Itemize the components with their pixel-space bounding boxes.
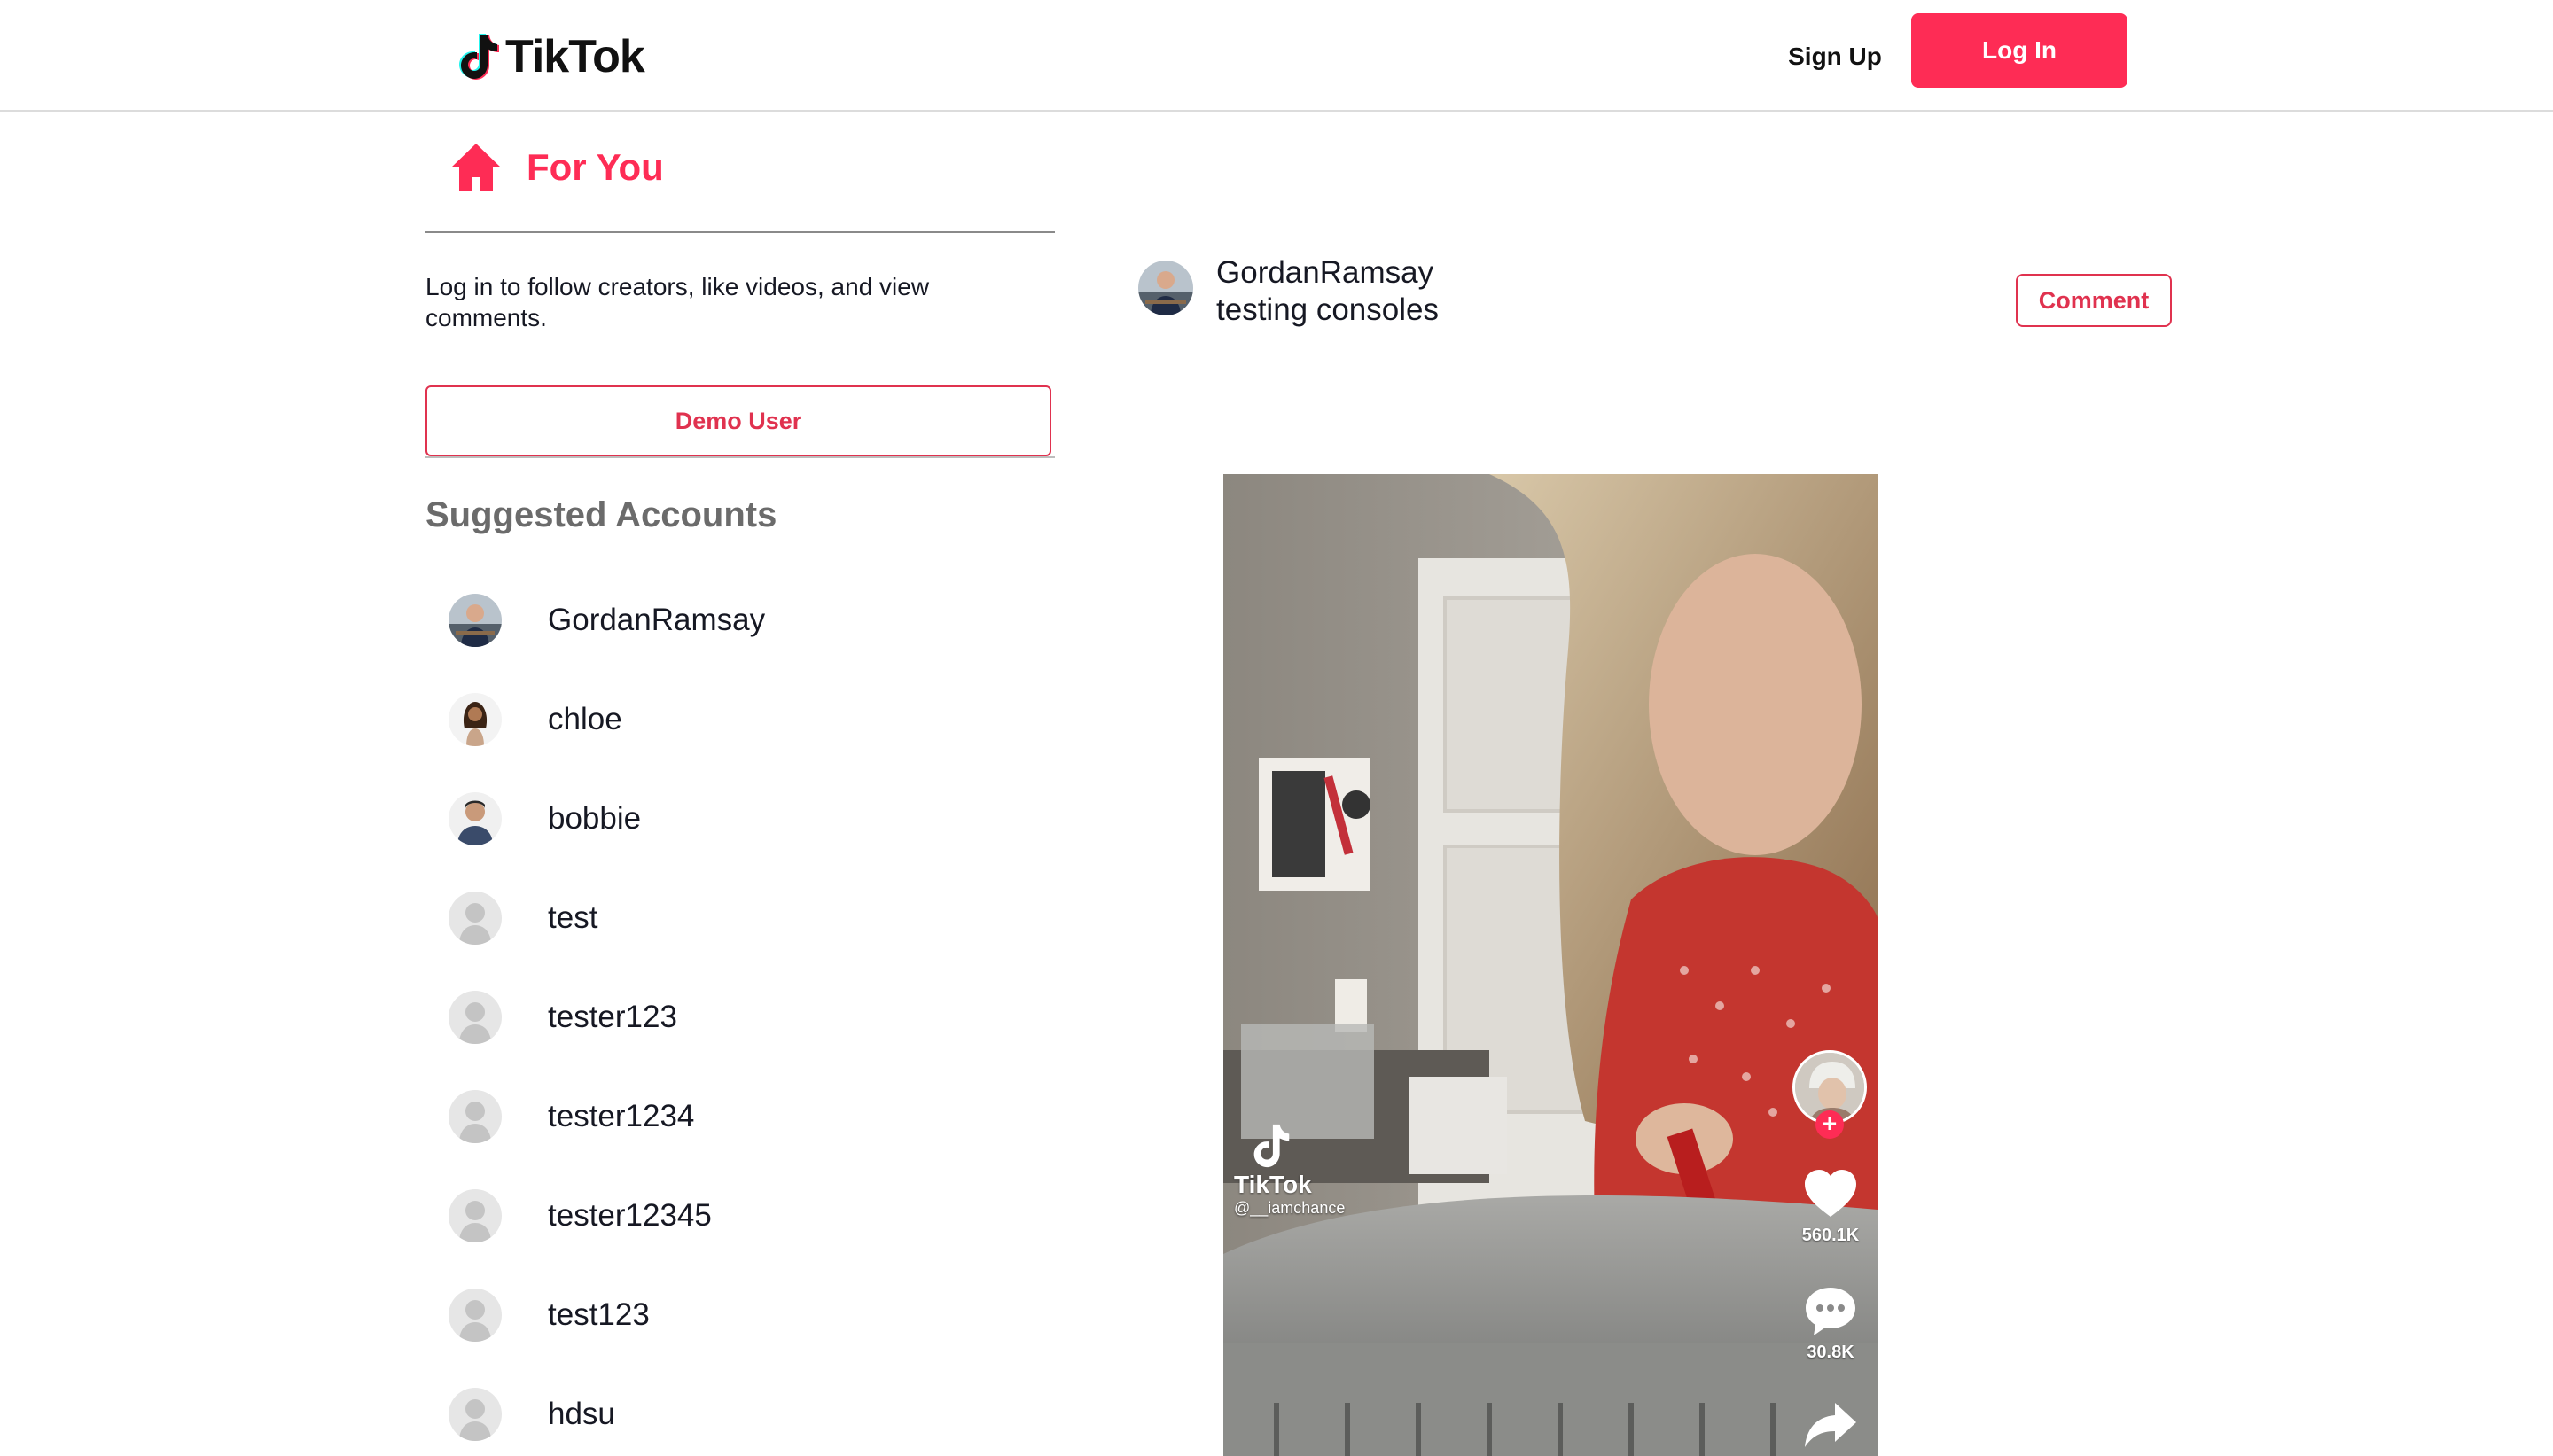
default-avatar-icon xyxy=(449,1388,502,1441)
comment-count: 30.8K xyxy=(1807,1343,1854,1362)
avatar xyxy=(449,792,502,845)
account-name: bobbie xyxy=(548,801,642,836)
default-avatar-icon xyxy=(449,991,502,1044)
suggested-account-item[interactable]: tester123 xyxy=(449,989,1051,1046)
suggested-account-item[interactable]: tester1234 xyxy=(449,1088,1051,1145)
video-frame xyxy=(1223,474,1878,1456)
post-author-avatar[interactable] xyxy=(1138,261,1193,315)
tiktok-logo[interactable]: TikTok xyxy=(456,28,645,85)
comment-button[interactable]: Comment xyxy=(2016,274,2172,327)
account-name: tester12345 xyxy=(548,1198,712,1233)
like-count: 560.1K xyxy=(1801,1226,1860,1245)
tiktok-note-icon xyxy=(1253,1124,1290,1168)
suggested-account-item[interactable]: chloe xyxy=(449,691,1051,748)
home-icon xyxy=(451,144,501,191)
suggested-account-item[interactable]: hdsu xyxy=(449,1386,1051,1443)
account-name: test xyxy=(548,900,598,935)
video-feed: GordanRamsay testing consoles Comment Ti… xyxy=(1135,112,2181,1456)
demo-user-button[interactable]: Demo User xyxy=(426,385,1051,456)
default-avatar-icon xyxy=(449,892,502,945)
suggested-account-item[interactable]: tester12345 xyxy=(449,1187,1051,1244)
tiktok-note-icon xyxy=(459,34,499,80)
video-player[interactable]: TikTok @__iamchance + 560.1K 30.8K xyxy=(1223,474,1878,1456)
avatar xyxy=(449,693,502,746)
top-navbar: TikTok Sign Up Log In xyxy=(0,0,2553,112)
nav-for-you[interactable]: For You xyxy=(449,138,664,197)
default-avatar-icon xyxy=(449,1090,502,1143)
account-name: tester1234 xyxy=(548,1099,695,1133)
watermark-handle: @__iamchance xyxy=(1234,1199,1346,1217)
post-caption: testing consoles xyxy=(1216,292,1439,327)
post-author-name[interactable]: GordanRamsay xyxy=(1216,255,1433,291)
suggested-accounts-heading: Suggested Accounts xyxy=(426,495,777,534)
follow-plus-icon[interactable]: + xyxy=(1815,1110,1844,1139)
heart-icon[interactable] xyxy=(1801,1165,1860,1224)
for-you-label: For You xyxy=(527,146,664,188)
account-name: hdsu xyxy=(548,1397,615,1431)
suggested-account-item[interactable]: bobbie xyxy=(449,790,1051,847)
divider xyxy=(426,456,1055,458)
sign-up-button[interactable]: Sign Up xyxy=(1773,35,1897,78)
account-name: test123 xyxy=(548,1297,650,1332)
default-avatar-icon xyxy=(449,1289,502,1342)
avatar xyxy=(449,594,502,647)
suggested-account-item[interactable]: test123 xyxy=(449,1287,1051,1343)
default-avatar-icon xyxy=(449,1189,502,1242)
comment-icon[interactable] xyxy=(1801,1282,1860,1341)
share-icon[interactable] xyxy=(1801,1396,1860,1454)
watermark-text: TikTok xyxy=(1234,1171,1312,1198)
video-watermark: TikTok @__iamchance xyxy=(1234,1121,1345,1218)
account-name: tester123 xyxy=(548,1000,677,1034)
divider xyxy=(426,231,1055,233)
logo-text: TikTok xyxy=(505,31,645,82)
account-name: chloe xyxy=(548,702,622,736)
login-prompt-text: Log in to follow creators, like videos, … xyxy=(426,273,930,331)
suggested-account-item[interactable]: test xyxy=(449,890,1051,946)
suggested-account-item[interactable]: GordanRamsay xyxy=(449,592,1051,649)
sidebar: For You Log in to follow creators, like … xyxy=(426,112,1055,1456)
log-in-button[interactable]: Log In xyxy=(1911,13,2128,88)
account-name: GordanRamsay xyxy=(548,603,766,637)
